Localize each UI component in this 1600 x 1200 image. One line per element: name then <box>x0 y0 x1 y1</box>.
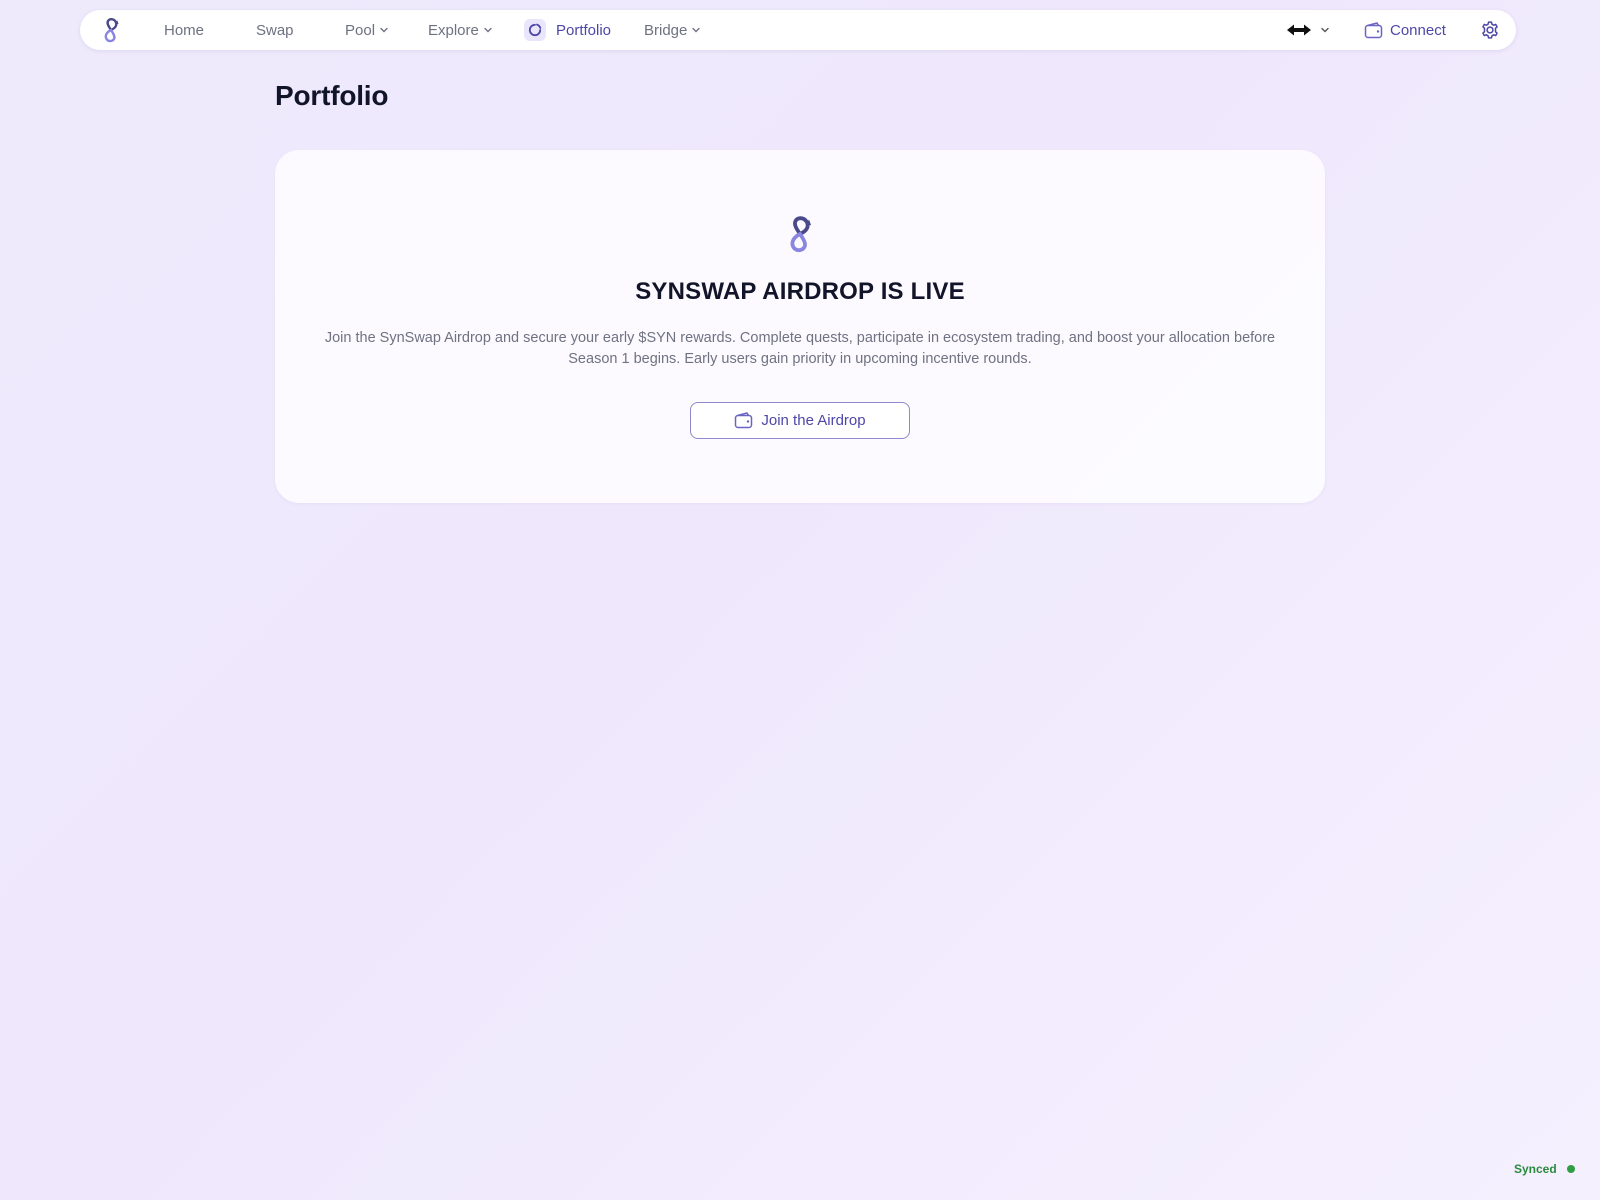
nav-item-label: Home <box>164 21 205 39</box>
page-title: Portfolio <box>275 80 389 111</box>
nav-item-bridge[interactable]: Bridge <box>644 10 701 50</box>
airdrop-card: SYNSWAP AIRDROP IS LIVE Join the SynSwap… <box>275 150 1325 503</box>
wallet-icon <box>1364 21 1383 38</box>
chain-arrows-icon <box>1287 24 1311 36</box>
nav-item-label: Pool <box>345 21 376 39</box>
connect-label: Connect <box>1390 21 1446 39</box>
airdrop-description: Join the SynSwap Airdrop and secure your… <box>324 330 1276 367</box>
synswap-logo-icon <box>790 216 812 253</box>
portfolio-icon <box>524 19 546 41</box>
sync-status: Synced <box>1514 1162 1575 1176</box>
chain-selector[interactable] <box>1286 10 1330 50</box>
join-airdrop-label: Join the Airdrop <box>761 412 866 429</box>
nav-item-portfolio[interactable]: Portfolio <box>524 10 611 50</box>
status-dot <box>1566 1165 1575 1173</box>
airdrop-heading: SYNSWAP AIRDROP IS LIVE <box>635 278 965 305</box>
chevron-down-icon <box>484 27 492 33</box>
join-airdrop-button[interactable]: Join the Airdrop <box>690 402 910 439</box>
chevron-down-icon <box>380 27 388 33</box>
sync-status-label: Synced <box>1514 1162 1557 1176</box>
nav-item-home[interactable]: Home <box>164 10 204 50</box>
nav-item-explore[interactable]: Explore <box>428 10 493 50</box>
nav-item-label: Portfolio <box>556 21 612 39</box>
wallet-icon <box>735 412 753 429</box>
chevron-down-icon <box>692 27 701 33</box>
connect-wallet-button[interactable]: Connect <box>1364 10 1446 50</box>
gear-icon[interactable] <box>1480 20 1500 40</box>
nav-item-swap[interactable]: Swap <box>256 10 294 50</box>
nav-item-label: Bridge <box>644 21 688 39</box>
top-navbar: Home Swap Pool Explore Portfolio Bridge <box>80 10 1516 50</box>
chevron-down-icon <box>1321 27 1329 33</box>
nav-item-pool[interactable]: Pool <box>345 10 389 50</box>
nav-item-label: Explore <box>428 21 479 39</box>
nav-item-label: Swap <box>256 21 294 39</box>
synswap-logo-icon[interactable] <box>98 15 124 45</box>
